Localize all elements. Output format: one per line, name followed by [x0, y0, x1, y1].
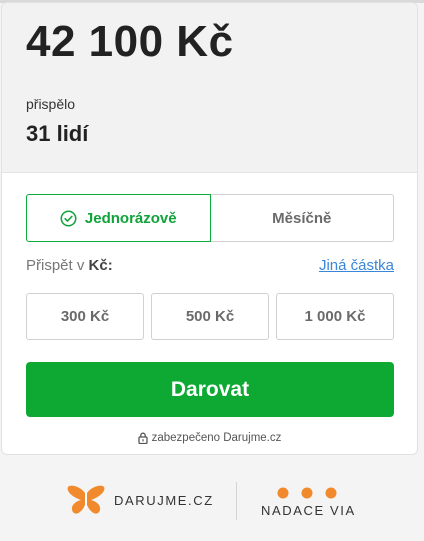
check-circle-icon	[60, 210, 77, 226]
three-dots-icon	[277, 487, 337, 499]
secure-note: zabezpečeno Darujme.cz	[2, 432, 417, 444]
donation-widget: 42 100 Kč přispělo 31 lidí Jednorázově M…	[1, 2, 418, 455]
contribute-in-label: Přispět v Kč:	[26, 257, 113, 274]
amount-options: 300 Kč 500 Kč 1 000 Kč	[26, 293, 394, 340]
one-time-label: Jednorázově	[84, 209, 177, 227]
footer-divider	[236, 482, 237, 520]
butterfly-icon	[67, 485, 105, 514]
monthly-option[interactable]: Měsíčně	[210, 194, 394, 242]
footer: DARUJME.CZ NADACE VIA	[0, 456, 424, 541]
nadace-via-brand: NADACE VIA	[261, 503, 356, 518]
amount-option[interactable]: 1 000 Kč	[276, 293, 394, 340]
darujme-brand: DARUJME.CZ	[114, 493, 214, 508]
frequency-toggle: Jednorázově Měsíčně	[26, 194, 394, 242]
contribute-prefix: Přispět v	[26, 257, 85, 274]
amount-option[interactable]: 300 Kč	[26, 293, 144, 340]
lock-icon	[137, 432, 148, 444]
one-time-option[interactable]: Jednorázově	[26, 194, 211, 242]
donate-button[interactable]: Darovat	[26, 362, 394, 417]
stats-panel: 42 100 Kč přispělo 31 lidí	[2, 3, 417, 173]
contributors-count: 31 lidí	[26, 121, 89, 146]
collected-amount: 42 100 Kč	[26, 17, 234, 66]
amount-option[interactable]: 500 Kč	[151, 293, 269, 340]
secure-text: zabezpečeno Darujme.cz	[151, 432, 282, 444]
contributed-label: přispělo	[26, 96, 76, 112]
contribute-row: Přispět v Kč: Jiná částka	[26, 257, 394, 277]
other-amount-link[interactable]: Jiná částka	[319, 257, 394, 274]
currency-label: Kč:	[88, 257, 113, 274]
monthly-label: Měsíčně	[272, 209, 332, 227]
